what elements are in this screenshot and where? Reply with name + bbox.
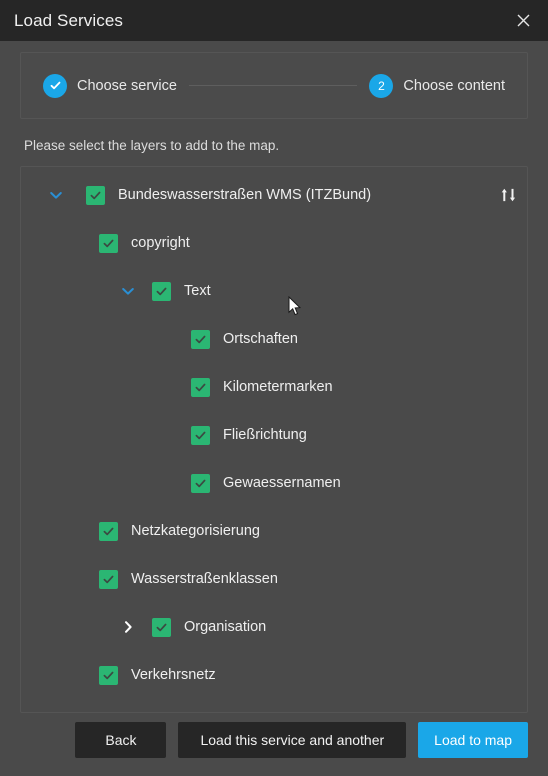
layer-label: Kilometermarken xyxy=(223,379,333,395)
layer-label: Fließrichtung xyxy=(223,427,307,443)
load-service-and-another-button[interactable]: Load this service and another xyxy=(178,722,407,758)
load-to-map-button[interactable]: Load to map xyxy=(418,722,528,758)
layer-tree: Bundeswasserstraßen WMS (ITZBund) copyrig… xyxy=(21,167,527,689)
layer-label: Verkehrsnetz xyxy=(131,667,216,683)
layer-label: Ortschaften xyxy=(223,331,298,347)
stepper-connector xyxy=(188,85,358,86)
layer-tree-row[interactable]: Wasserstraßenklassen xyxy=(21,565,527,593)
layer-checkbox[interactable] xyxy=(191,377,210,397)
layer-checkbox[interactable] xyxy=(99,569,118,589)
sort-updown-icon[interactable] xyxy=(500,187,517,204)
back-button[interactable]: Back xyxy=(75,722,167,758)
layer-tree-row[interactable]: Ortschaften xyxy=(21,325,527,353)
window-title: Load Services xyxy=(14,10,124,30)
layer-tree-row[interactable]: Organisation xyxy=(21,613,527,641)
layer-tree-row[interactable]: copyright xyxy=(21,229,527,257)
layer-checkbox[interactable] xyxy=(152,617,171,637)
layer-label: Gewaessernamen xyxy=(223,475,341,491)
layer-tree-row[interactable]: Kilometermarken xyxy=(21,373,527,401)
step-label-choose-content: Choose content xyxy=(403,77,505,94)
layer-label: copyright xyxy=(131,235,190,251)
layer-checkbox[interactable] xyxy=(99,233,118,253)
step-choose-content[interactable]: 2 Choose content xyxy=(369,73,505,98)
layer-label: Text xyxy=(184,283,211,299)
step-label-choose-service: Choose service xyxy=(77,77,177,94)
layer-checkbox[interactable] xyxy=(99,521,118,541)
layer-checkbox[interactable] xyxy=(86,185,105,205)
layer-list-panel: Bundeswasserstraßen WMS (ITZBund) copyrig… xyxy=(20,166,528,713)
layer-label: Netzkategorisierung xyxy=(131,523,260,539)
step-choose-service[interactable]: Choose service xyxy=(43,73,177,98)
layer-checkbox[interactable] xyxy=(191,329,210,349)
chevron-right-icon[interactable] xyxy=(117,616,139,638)
stepper: Choose service 2 Choose content xyxy=(20,52,528,119)
layer-checkbox[interactable] xyxy=(191,473,210,493)
layer-label: Wasserstraßenklassen xyxy=(131,571,278,587)
layer-tree-row[interactable]: Fließrichtung xyxy=(21,421,527,449)
chevron-down-icon[interactable] xyxy=(45,184,67,206)
step-number-badge: 2 xyxy=(369,73,394,98)
close-icon[interactable] xyxy=(510,8,536,34)
layer-tree-row[interactable]: Verkehrsnetz xyxy=(21,661,527,689)
layer-checkbox[interactable] xyxy=(191,425,210,445)
chevron-down-icon[interactable] xyxy=(117,280,139,302)
step-completed-check-icon xyxy=(43,73,67,98)
layer-checkbox[interactable] xyxy=(99,665,118,685)
layer-checkbox[interactable] xyxy=(152,281,171,301)
layer-label: Organisation xyxy=(184,619,267,635)
instruction-text: Please select the layers to add to the m… xyxy=(24,138,280,153)
layer-tree-row[interactable]: Netzkategorisierung xyxy=(21,517,527,545)
layer-tree-row[interactable]: Gewaessernamen xyxy=(21,469,527,497)
dialog-footer: Back Load this service and another Load … xyxy=(0,722,548,776)
window-titlebar: Load Services xyxy=(0,0,548,41)
layer-label: Bundeswasserstraßen WMS (ITZBund) xyxy=(118,187,372,203)
layer-tree-row[interactable]: Text xyxy=(21,277,527,305)
layer-tree-row[interactable]: Bundeswasserstraßen WMS (ITZBund) xyxy=(21,181,527,209)
